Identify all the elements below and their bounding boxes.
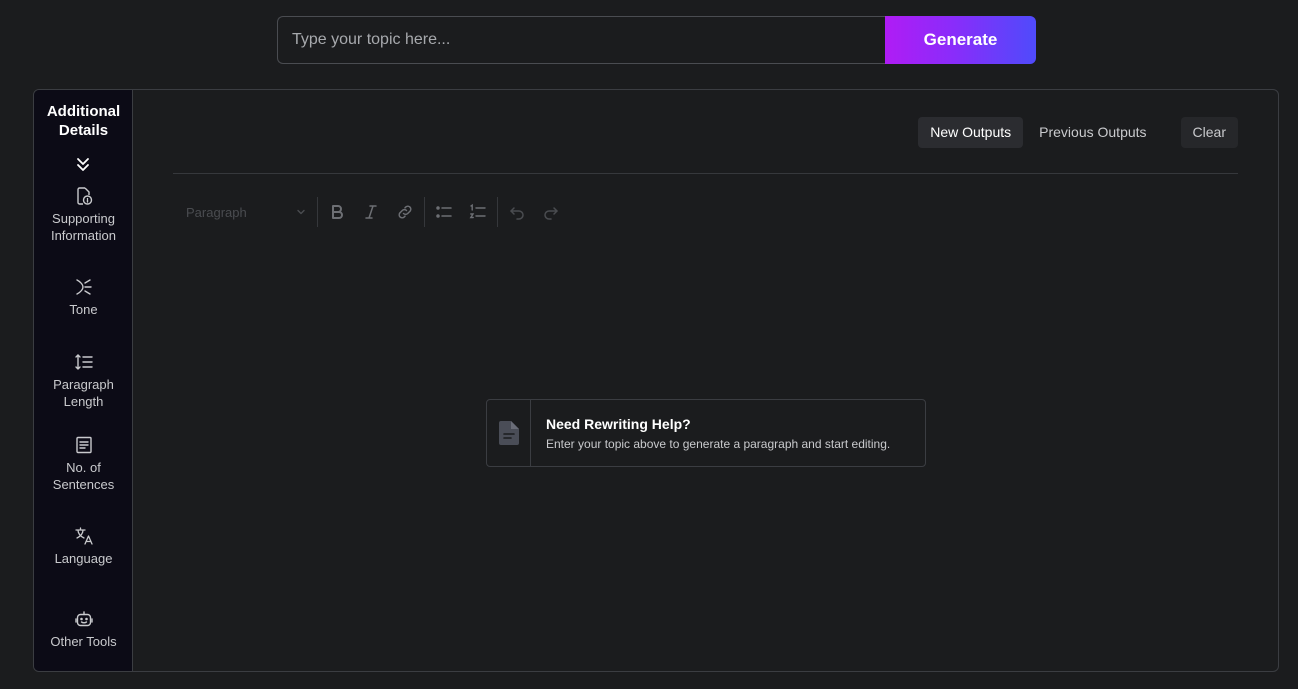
empty-state-text: Need Rewriting Help? Enter your topic ab… <box>531 400 890 466</box>
redo-button[interactable] <box>536 197 566 227</box>
bold-button[interactable] <box>322 197 352 227</box>
bullet-list-button[interactable] <box>429 197 459 227</box>
generate-button[interactable]: Generate <box>885 16 1036 64</box>
bold-icon <box>332 205 343 219</box>
block-type-select[interactable]: Paragraph <box>173 197 313 227</box>
sidebar-item-no-of-sentences[interactable]: No. of Sentences <box>34 435 133 493</box>
topic-input[interactable] <box>277 16 885 64</box>
double-chevron-down-icon[interactable] <box>75 156 91 172</box>
sidebar-item-label: Tone <box>69 302 98 317</box>
toolbar-separator <box>424 197 425 227</box>
chevron-down-icon <box>297 209 305 215</box>
numbered-list-icon <box>469 203 486 219</box>
divider <box>173 173 1238 174</box>
sidebar-item-label: Other Tools <box>50 634 117 649</box>
empty-state-icon-box <box>487 400 531 466</box>
topic-bar: Generate <box>277 16 1036 64</box>
toolbar-separator <box>317 197 318 227</box>
block-type-value: Paragraph <box>186 204 247 220</box>
sidebar-item-label: Paragraph Length <box>53 377 114 409</box>
additional-details-sidebar: Additional Details Supporting Informatio… <box>34 90 133 671</box>
sidebar-item-label: Supporting Information <box>50 211 117 243</box>
translate-icon <box>74 527 93 545</box>
tab-new-outputs[interactable]: New Outputs <box>918 117 1024 148</box>
link-button[interactable] <box>390 197 420 227</box>
sidebar-item-other-tools[interactable]: Other Tools <box>34 609 133 650</box>
robot-icon <box>74 611 93 627</box>
sidebar-title-line1: Additional <box>46 103 121 120</box>
link-icon <box>398 205 412 219</box>
italic-icon <box>365 205 377 219</box>
toolbar-separator <box>497 197 498 227</box>
main-panel: Additional Details Supporting Informatio… <box>33 89 1279 672</box>
sidebar-item-label: No. of Sentences <box>52 460 115 492</box>
editor-toolbar: Paragraph <box>173 197 566 227</box>
undo-button[interactable] <box>502 197 532 227</box>
sidebar-title: Additional Details <box>34 102 133 140</box>
sidebar-title-line2: Details <box>58 122 109 139</box>
sentences-icon <box>75 436 92 454</box>
empty-state-card: Need Rewriting Help? Enter your topic ab… <box>486 399 926 467</box>
document-info-icon <box>76 187 92 205</box>
sidebar-item-language[interactable]: Language <box>34 526 133 567</box>
tone-icon <box>75 279 92 295</box>
document-icon <box>498 421 519 445</box>
line-height-icon <box>74 354 93 370</box>
editor-area: New Outputs Previous Outputs Clear Parag… <box>133 90 1278 671</box>
empty-state-description: Enter your topic above to generate a par… <box>546 437 891 451</box>
redo-icon <box>544 207 558 220</box>
sidebar-item-supporting-information[interactable]: Supporting Information <box>34 186 133 244</box>
sidebar-item-label: Language <box>54 551 113 566</box>
italic-button[interactable] <box>356 197 386 227</box>
undo-icon <box>510 207 524 220</box>
tab-previous-outputs[interactable]: Previous Outputs <box>1027 117 1158 148</box>
output-tabs: New Outputs Previous Outputs Clear <box>918 117 1238 148</box>
sidebar-item-tone[interactable]: Tone <box>34 277 133 318</box>
bullet-list-icon <box>436 206 452 218</box>
clear-button[interactable]: Clear <box>1180 117 1238 148</box>
sidebar-item-paragraph-length[interactable]: Paragraph Length <box>34 352 133 410</box>
empty-state-title: Need Rewriting Help? <box>546 416 691 432</box>
numbered-list-button[interactable] <box>463 197 493 227</box>
